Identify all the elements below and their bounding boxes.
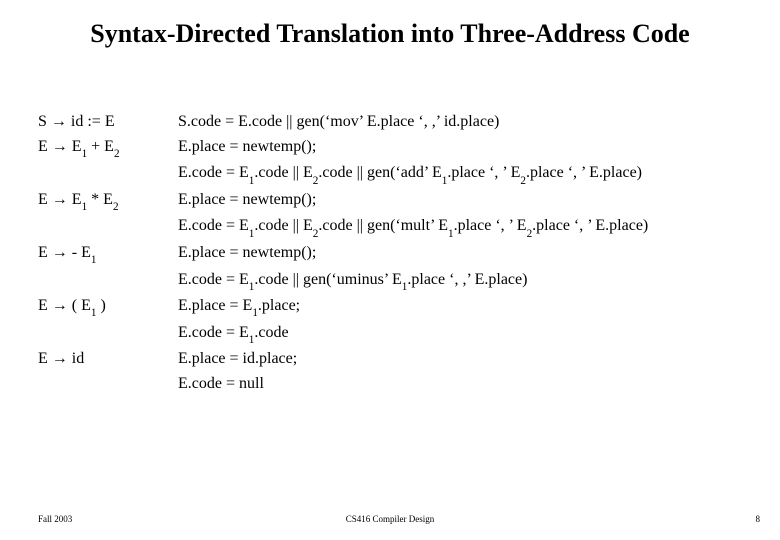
rule-row: E → ( E1 )E.place = E1.place; (38, 294, 760, 321)
rule-rhs: E.place = newtemp(); (178, 241, 760, 266)
rule-row: E.code = E1.code || gen(‘uminus’ E1.plac… (38, 268, 760, 295)
rule-row: E.code = null (38, 372, 760, 397)
rule-rhs: E.place = newtemp(); (178, 135, 760, 160)
rule-lhs: S → id := E (38, 110, 178, 135)
rule-lhs: E → - E1 (38, 241, 178, 268)
rules-table: S → id := ES.code = E.code || gen(‘mov’ … (38, 110, 760, 397)
rule-rhs: E.place = E1.place; (178, 294, 760, 321)
rule-lhs: E → id (38, 347, 178, 372)
rule-lhs: E → E1 + E2 (38, 135, 178, 162)
slide-title: Syntax-Directed Translation into Three-A… (0, 0, 780, 49)
rule-row: E → - E1E.place = newtemp(); (38, 241, 760, 268)
rule-row: E.code = E1.code || E2.code || gen(‘mult… (38, 214, 760, 241)
rule-rhs: E.code = null (178, 372, 760, 397)
rule-row: E.code = E1.code || E2.code || gen(‘add’… (38, 161, 760, 188)
rule-rhs: E.code = E1.code || E2.code || gen(‘add’… (178, 161, 760, 188)
rule-row: E → E1 * E2E.place = newtemp(); (38, 188, 760, 215)
rule-rhs: E.code = E1.code || gen(‘uminus’ E1.plac… (178, 268, 760, 295)
rule-row: S → id := ES.code = E.code || gen(‘mov’ … (38, 110, 760, 135)
footer-center: CS416 Compiler Design (0, 514, 780, 524)
footer-page-number: 8 (756, 514, 761, 524)
rule-lhs: E → E1 * E2 (38, 188, 178, 215)
rule-rhs: S.code = E.code || gen(‘mov’ E.place ‘, … (178, 110, 760, 135)
rule-rhs: E.place = newtemp(); (178, 188, 760, 213)
rule-rhs: E.code = E1.code || E2.code || gen(‘mult… (178, 214, 760, 241)
rule-row: E.code = E1.code (38, 321, 760, 348)
rule-rhs: E.code = E1.code (178, 321, 760, 348)
rule-lhs: E → ( E1 ) (38, 294, 178, 321)
rule-row: E → E1 + E2E.place = newtemp(); (38, 135, 760, 162)
rule-rhs: E.place = id.place; (178, 347, 760, 372)
rule-row: E → idE.place = id.place; (38, 347, 760, 372)
